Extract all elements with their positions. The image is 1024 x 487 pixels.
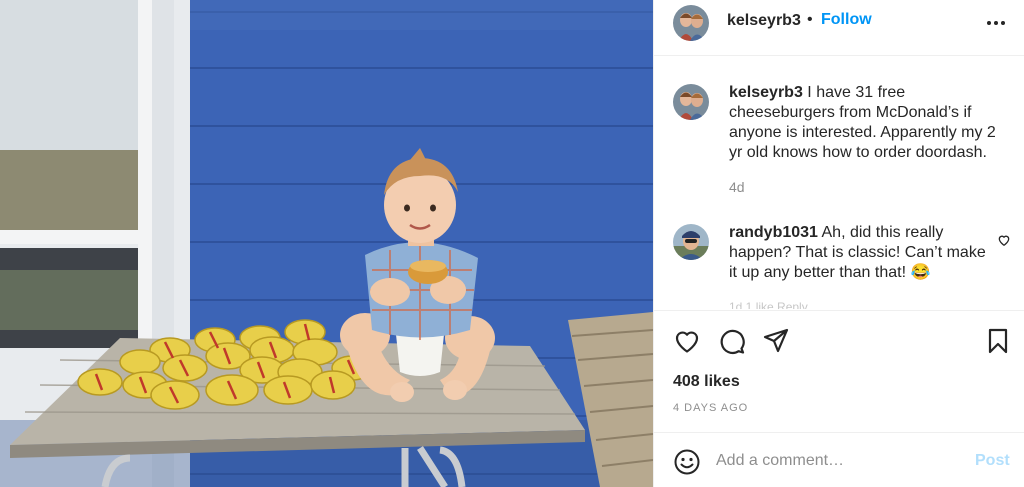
heart-icon[interactable] [673,327,701,355]
caption-avatar[interactable] [673,84,709,120]
heart-small-icon[interactable] [997,233,1011,247]
post-date[interactable]: 4 DAYS AGO [673,402,748,414]
comment-icon[interactable] [718,327,746,355]
comment-username[interactable]: randyb1031 [729,224,818,241]
photo-illustration [0,0,653,487]
emoji-icon[interactable] [673,448,701,476]
comments-list[interactable]: kelseyrb3 I have 31 free cheeseburgers f… [654,57,1024,309]
more-icon[interactable] [985,12,1007,34]
caption-username[interactable]: kelseyrb3 [729,84,803,101]
author-username[interactable]: kelseyrb3 [727,12,801,30]
likes-count[interactable]: 408 likes [673,373,740,391]
commenter-avatar[interactable] [673,224,709,260]
share-icon[interactable] [762,327,790,355]
post-photo[interactable] [0,0,653,487]
author-avatar[interactable] [673,5,709,41]
caption-text: kelseyrb3 I have 31 free cheeseburgers f… [729,83,1004,163]
header-separator: • [807,11,813,28]
post-header: kelseyrb3 • Follow [654,0,1024,56]
comment-input[interactable] [716,449,956,473]
bookmark-icon[interactable] [984,327,1012,355]
follow-button[interactable]: Follow [821,11,872,29]
post-comment-button[interactable]: Post [975,452,1010,470]
comment-meta-partial: 1d 1 like Reply [729,300,808,309]
post-side-panel: kelseyrb3 • Follow kelseyrb3 I have 31 f… [653,0,1024,487]
action-bar: 408 likes 4 DAYS AGO [654,310,1024,432]
add-comment-bar: Post [654,432,1024,487]
comment-text: randyb1031 Ah, did this really happen? T… [729,223,991,283]
caption-time[interactable]: 4d [729,179,745,195]
